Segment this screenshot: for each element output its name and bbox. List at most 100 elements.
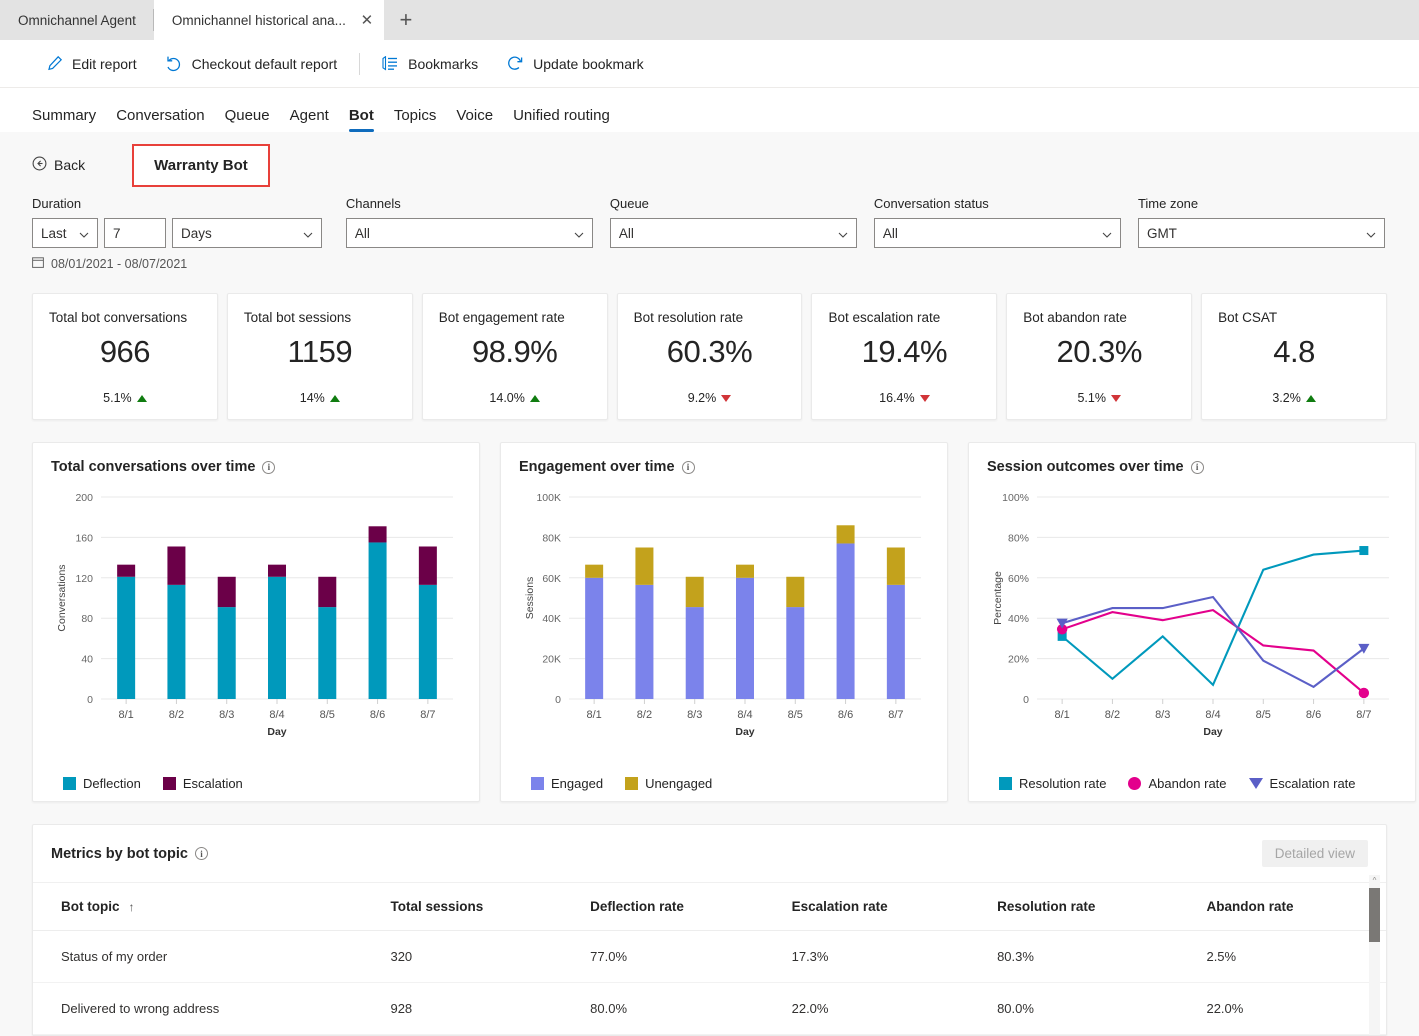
bar-segment[interactable]	[117, 564, 136, 577]
table-column-header[interactable]: Resolution rate	[987, 883, 1197, 931]
duration-relative-select[interactable]: Last	[32, 218, 98, 248]
table-row[interactable]: Delivered to wrong address 928 80.0% 22.0% 8…	[33, 982, 1386, 1035]
bar-segment[interactable]	[635, 547, 654, 585]
close-icon[interactable]: ✕	[358, 11, 376, 29]
bar-segment[interactable]	[886, 584, 905, 699]
browser-tab-omnichannel-historical-analytics[interactable]: Omnichannel historical ana... ✕	[153, 0, 384, 40]
tab-label: Conversation	[116, 107, 205, 124]
svg-text:20K: 20K	[542, 654, 561, 666]
conversation-status-select[interactable]: All	[873, 218, 1121, 248]
table-column-header[interactable]: Bot topic ↑	[33, 883, 381, 931]
bar-segment[interactable]	[736, 577, 754, 699]
table-column-header[interactable]: Total sessions	[380, 883, 581, 931]
table-row[interactable]: Status of my order 320 77.0% 17.3% 80.3% 2.5%	[33, 930, 1386, 983]
bar-segment[interactable]	[685, 576, 704, 608]
bar-segment[interactable]	[736, 564, 754, 578]
info-icon[interactable]: i	[194, 847, 208, 860]
kpi-delta-label: 9.2%	[687, 391, 717, 405]
kpi-delta: 5.1%	[49, 391, 201, 405]
time-zone-select[interactable]: GMT	[1137, 218, 1385, 248]
edit-report-button[interactable]: Edit report	[32, 48, 151, 80]
svg-text:8/7: 8/7	[888, 709, 903, 721]
legend-item[interactable]: Escalation	[162, 776, 243, 791]
bar-segment[interactable]	[368, 526, 387, 543]
bar-segment[interactable]	[418, 546, 437, 585]
table-column-header[interactable]: Abandon rate	[1196, 883, 1386, 931]
checkout-default-report-button[interactable]: Checkout default report	[151, 48, 352, 80]
table-scrollbar[interactable]: ^	[1369, 875, 1380, 1035]
legend-item[interactable]: Engaged	[531, 776, 603, 791]
bar-segment[interactable]	[886, 547, 905, 585]
bar-segment[interactable]	[167, 584, 186, 699]
bar-segment[interactable]	[836, 543, 855, 699]
legend-item[interactable]: Unengaged	[625, 776, 712, 791]
data-marker[interactable]	[1359, 546, 1369, 556]
column-label: Deflection rate	[590, 899, 684, 914]
bar-segment[interactable]	[318, 576, 337, 608]
bar-segment[interactable]	[585, 564, 604, 578]
bar-segment[interactable]	[685, 607, 704, 699]
tab-conversation[interactable]: Conversation	[106, 107, 214, 132]
tab-queue[interactable]: Queue	[215, 107, 280, 132]
tab-bot[interactable]: Bot	[339, 107, 384, 132]
table-cell: 320	[380, 930, 581, 983]
tab-summary[interactable]: Summary	[32, 107, 106, 132]
kpi-card: Total bot sessions 1159 14%	[226, 293, 413, 420]
info-icon[interactable]: i	[1190, 460, 1204, 474]
tab-voice[interactable]: Voice	[446, 107, 503, 132]
svg-text:8/4: 8/4	[1205, 709, 1220, 721]
bar-segment[interactable]	[786, 607, 805, 699]
table-column-header[interactable]: Deflection rate	[580, 883, 782, 931]
back-button[interactable]: Back	[32, 156, 85, 174]
scroll-up-icon[interactable]: ^	[1369, 875, 1380, 887]
chevron-down-icon	[1358, 226, 1376, 241]
filter-label: Queue	[609, 196, 649, 211]
bar-segment[interactable]	[585, 577, 604, 699]
svg-text:8/3: 8/3	[1155, 709, 1170, 721]
filter-label: Time zone	[1137, 196, 1199, 211]
browser-tab-omnichannel-agent[interactable]: Omnichannel Agent	[0, 0, 154, 40]
table-column-header[interactable]: Escalation rate	[781, 883, 988, 931]
bookmarks-button[interactable]: Bookmarks	[368, 48, 492, 80]
chart-plot-area: 0 20K 40K 60K 80K 100K 8/1 8/2 8/3 8/4 8/5 8/6 8/7 Da…	[519, 483, 929, 772]
bar-segment[interactable]	[117, 576, 136, 699]
legend-item[interactable]: Deflection	[63, 776, 141, 791]
scrollbar-thumb[interactable]	[1369, 888, 1380, 942]
bar-segment[interactable]	[268, 564, 286, 577]
duration-unit-select[interactable]: Days	[172, 218, 322, 248]
legend-item[interactable]: Abandon rate	[1128, 776, 1227, 791]
bar-segment[interactable]	[268, 576, 286, 699]
detailed-view-button[interactable]: Detailed view	[1261, 840, 1368, 867]
svg-text:8/7: 8/7	[420, 709, 435, 721]
kpi-delta-label: 3.2%	[1272, 391, 1301, 405]
command-bar: Edit report Checkout default report Book…	[0, 40, 1419, 88]
bar-segment[interactable]	[167, 546, 186, 585]
tab-agent[interactable]: Agent	[280, 107, 339, 132]
svg-text:40: 40	[81, 654, 93, 666]
bar-segment[interactable]	[368, 542, 387, 699]
legend-item[interactable]: Escalation rate	[1248, 776, 1356, 791]
queue-select[interactable]: All	[609, 218, 857, 248]
bar-segment[interactable]	[318, 607, 337, 699]
tab-topics[interactable]: Topics	[384, 107, 447, 132]
svg-text:8/2: 8/2	[169, 709, 184, 721]
info-icon[interactable]: i	[262, 460, 276, 474]
bar-segment[interactable]	[635, 584, 654, 699]
update-bookmark-button[interactable]: Update bookmark	[492, 48, 658, 80]
legend-item[interactable]: Resolution rate	[999, 776, 1106, 791]
legend-swatch-circle-icon	[1128, 777, 1142, 790]
kpi-value: 98.9%	[471, 334, 558, 369]
bar-segment[interactable]	[217, 576, 236, 608]
info-icon[interactable]: i	[681, 460, 695, 474]
duration-number-input[interactable]: 7	[104, 218, 166, 248]
bar-segment[interactable]	[786, 576, 805, 608]
tab-unified-routing[interactable]: Unified routing	[503, 107, 620, 132]
new-tab-icon[interactable]: +	[384, 0, 428, 40]
channels-select[interactable]: All	[345, 218, 593, 248]
data-marker[interactable]	[1358, 687, 1370, 699]
svg-text:8/1: 8/1	[586, 709, 601, 721]
bar-segment[interactable]	[836, 525, 855, 544]
bar-segment[interactable]	[217, 607, 236, 699]
kpi-title: Bot escalation rate	[828, 310, 941, 325]
bar-segment[interactable]	[418, 584, 437, 699]
